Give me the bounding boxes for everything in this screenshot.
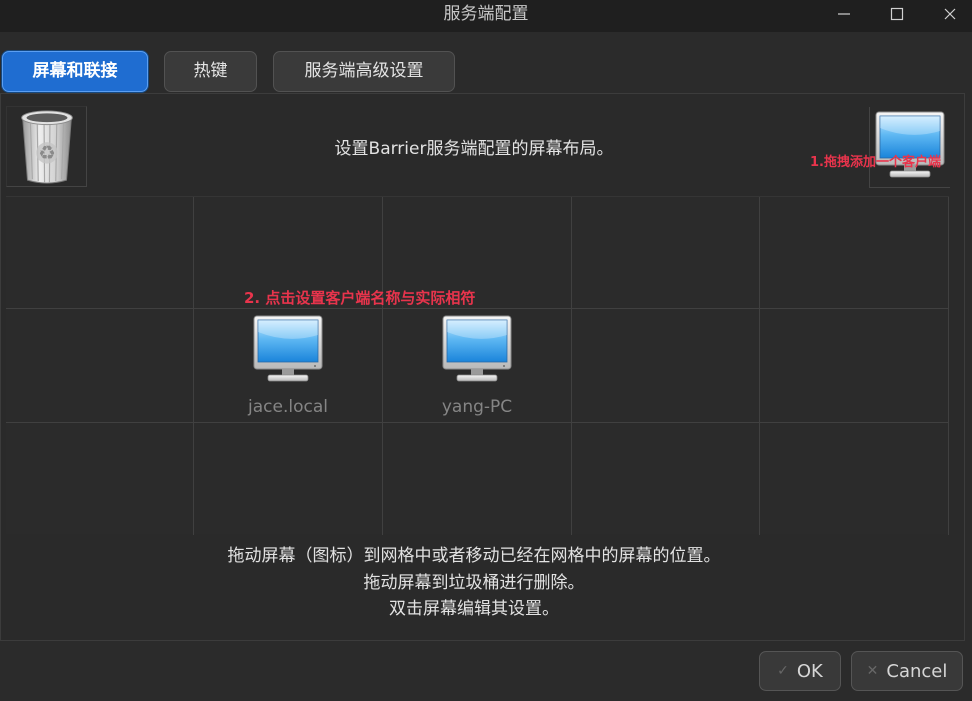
grid-cell[interactable] — [194, 423, 383, 535]
grid-cell[interactable] — [572, 309, 760, 423]
grid-cell[interactable] — [6, 197, 194, 309]
cross-icon: ✕ — [866, 663, 879, 679]
instruction-line: 双击屏幕编辑其设置。 — [389, 599, 559, 619]
close-icon — [944, 8, 956, 20]
maximize-button[interactable] — [871, 0, 923, 28]
annotation-add-client: 1.拖拽添加一个客户端 — [810, 155, 941, 170]
tab-advanced-server-settings[interactable]: 服务端高级设置 — [273, 51, 455, 92]
layout-description: 设置Barrier服务端配置的屏幕布局。 — [334, 139, 614, 159]
minimize-icon — [838, 13, 850, 15]
screen-yang-pc[interactable]: yang-PC — [429, 315, 525, 418]
grid-cell[interactable]: jace.local — [194, 309, 383, 423]
screen-grid[interactable]: jace.local yang-PC — [6, 196, 949, 535]
instruction-line: 拖动屏幕（图标）到网格中或者移动已经在网格中的屏幕的位置。 — [227, 546, 721, 566]
check-icon: ✓ — [777, 663, 789, 679]
tab-hotkeys[interactable]: 热键 — [164, 51, 257, 92]
server-config-dialog: 服务端配置 屏幕和联接 热键 服务端高级设置 设置Barrier服务端配置的屏幕… — [0, 0, 972, 701]
monitor-icon — [253, 315, 323, 383]
grid-cell[interactable] — [6, 309, 194, 423]
monitor-icon — [442, 315, 512, 383]
grid-cell[interactable] — [760, 423, 949, 535]
instruction-line: 拖动屏幕到垃圾桶进行删除。 — [363, 572, 585, 593]
tab-screens-and-links[interactable]: 屏幕和联接 — [2, 51, 148, 92]
minimize-button[interactable] — [818, 0, 870, 28]
cancel-button-label: Cancel — [886, 660, 948, 682]
grid-cell[interactable] — [760, 309, 949, 423]
cancel-button[interactable]: ✕ Cancel — [851, 651, 963, 691]
maximize-icon — [890, 7, 904, 21]
new-screen-source[interactable] — [869, 107, 950, 188]
grid-cell[interactable] — [6, 423, 194, 535]
grid-cell[interactable] — [572, 423, 760, 535]
grid-cell[interactable] — [383, 423, 572, 535]
instructions: 拖动屏幕（图标）到网格中或者移动已经在网格中的屏幕的位置。 拖动屏幕到垃圾桶进行… — [0, 543, 948, 623]
annotation-set-client-name: 2. 点击设置客户端名称与实际相符 — [244, 289, 476, 307]
screen-layout-panel: 设置Barrier服务端配置的屏幕布局。 1.拖拽添加一个客户端 jace.lo… — [0, 93, 965, 641]
close-button[interactable] — [924, 0, 972, 28]
grid-cell[interactable] — [572, 197, 760, 309]
screen-name-label: yang-PC — [441, 397, 513, 417]
grid-cell[interactable] — [760, 197, 949, 309]
ok-button-label: OK — [796, 660, 823, 682]
title-bar: 服务端配置 — [0, 0, 972, 32]
grid-cell[interactable]: yang-PC — [383, 309, 572, 423]
screen-jace-local[interactable]: jace.local — [240, 315, 336, 418]
ok-button[interactable]: ✓ OK — [759, 651, 841, 691]
screen-name-label: jace.local — [248, 397, 328, 417]
